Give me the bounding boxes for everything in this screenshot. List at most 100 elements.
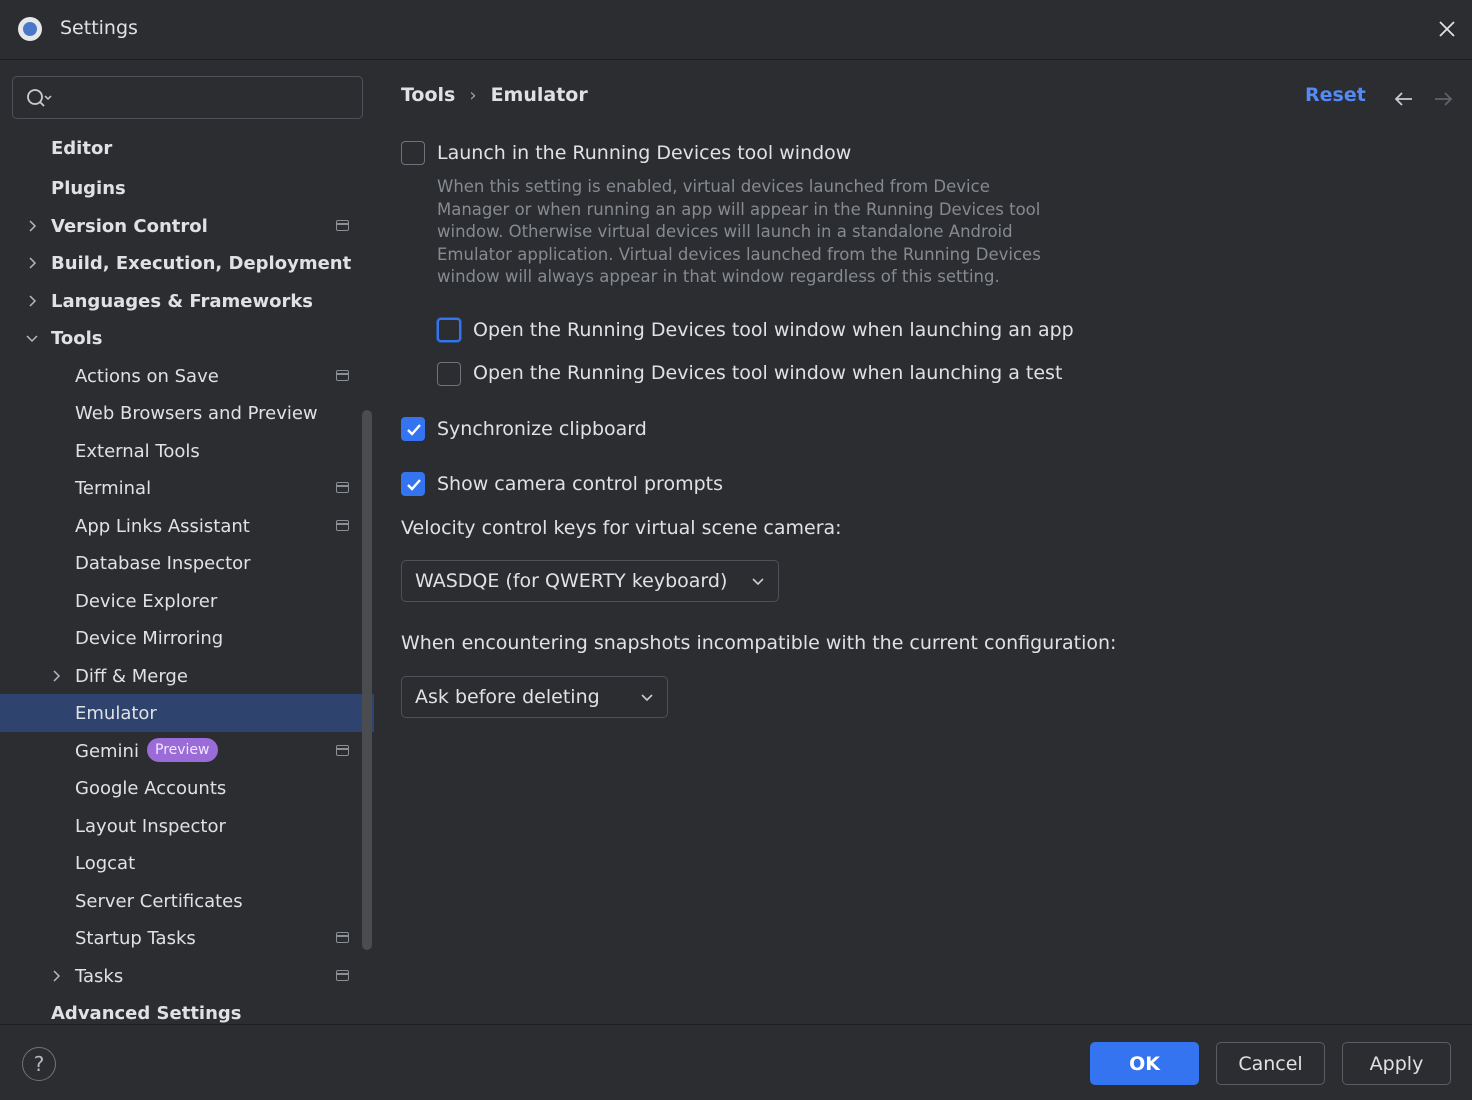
sidebar-item-startup-tasks[interactable]: Startup Tasks [0,919,374,957]
sidebar-item-actions-on-save[interactable]: Actions on Save [0,357,374,395]
sidebar-item-label: Startup Tasks [75,927,196,949]
checkmark-icon [407,424,421,436]
android-studio-logo-icon [18,17,42,41]
sidebar-item-app-links-assistant[interactable]: App Links Assistant [0,507,374,545]
sidebar-item-label: Device Explorer [75,590,218,612]
sidebar-item-label: Layout Inspector [75,815,226,837]
help-button[interactable]: ? [22,1047,56,1081]
sidebar-item-label: Emulator [75,702,157,724]
sidebar-item-label: Server Certificates [75,890,243,912]
chevron-right-icon[interactable] [24,218,40,234]
sidebar-item-label: Advanced Settings [51,1002,242,1024]
project-level-icon [336,520,349,531]
sidebar-item-tasks[interactable]: Tasks [0,957,374,995]
breadcrumb-parent[interactable]: Tools [401,84,455,106]
velocity-keys-label: Velocity control keys for virtual scene … [401,517,842,539]
sidebar-item-device-explorer[interactable]: Device Explorer [0,582,374,620]
back-button[interactable] [1393,88,1415,110]
search-input[interactable] [63,83,353,113]
camera-prompts-checkbox[interactable] [401,472,425,496]
sidebar-item-label: Device Mirroring [75,627,224,649]
sidebar-item-label: Tasks [75,965,124,987]
sidebar-item-label: Actions on Save [75,365,219,387]
sync-clipboard-label[interactable]: Synchronize clipboard [437,418,647,440]
sidebar-item-build-execution-deployment[interactable]: Build, Execution, Deployment [0,244,374,282]
project-level-icon [336,970,349,981]
chevron-right-icon[interactable] [48,668,64,684]
sidebar-item-label: Tools [51,327,103,349]
breadcrumb: Tools › Emulator [401,84,588,106]
sidebar-item-label: Plugins [51,177,126,199]
sidebar-item-label: Languages & Frameworks [51,290,314,312]
close-button[interactable] [1434,16,1460,42]
launch-running-devices-description: When this setting is enabled, virtual de… [437,177,1041,287]
sidebar-item-plugins[interactable]: Plugins [0,169,374,207]
project-level-icon [336,932,349,943]
title-bar: Settings [0,0,1472,60]
sidebar-item-diff-merge[interactable]: Diff & Merge [0,657,374,695]
sidebar-item-label: Editor [51,137,113,159]
settings-sidebar: Editor Plugins Version Control Build, Execu… [0,61,374,1024]
launch-running-devices-checkbox[interactable] [401,141,425,165]
chevron-right-icon[interactable] [24,255,40,271]
sidebar-item-label: Version Control [51,215,208,237]
sidebar-item-label: Gemini [75,740,139,762]
sidebar-item-label: Logcat [75,852,136,874]
sidebar-item-label: Diff & Merge [75,665,188,687]
sidebar-item-layout-inspector[interactable]: Layout Inspector [0,807,374,845]
sidebar-item-database-inspector[interactable]: Database Inspector [0,544,374,582]
camera-prompts-label[interactable]: Show camera control prompts [437,473,723,495]
sidebar-item-label: Build, Execution, Deployment [51,252,352,274]
snapshots-dropdown[interactable]: Ask before deleting [401,676,668,718]
sidebar-item-label: Web Browsers and Preview [75,402,318,424]
search-icon [27,89,52,107]
chevron-down-icon [752,578,764,586]
ok-button[interactable]: OK [1090,1042,1199,1085]
preview-badge: Preview [147,738,218,762]
sidebar-item-tools[interactable]: Tools [0,319,374,357]
sidebar-item-external-tools[interactable]: External Tools [0,432,374,470]
window-title: Settings [60,17,138,39]
snapshots-label: When encountering snapshots incompatible… [401,632,1117,654]
launch-running-devices-label[interactable]: Launch in the Running Devices tool windo… [437,142,851,164]
snapshots-value: Ask before deleting [415,686,600,708]
sync-clipboard-checkbox[interactable] [401,417,425,441]
sidebar-item-label: Terminal [75,477,152,499]
sidebar-item-terminal[interactable]: Terminal [0,469,374,507]
close-icon [1439,21,1455,37]
apply-button[interactable]: Apply [1342,1042,1451,1085]
arrow-left-icon [1394,92,1412,106]
breadcrumb-separator: › [469,84,477,106]
chevron-down-icon[interactable] [24,330,40,346]
dialog-footer: ? OK Cancel Apply [0,1024,1472,1100]
forward-button[interactable] [1432,88,1454,110]
open-on-app-label[interactable]: Open the Running Devices tool window whe… [473,319,1074,341]
sidebar-item-languages-frameworks[interactable]: Languages & Frameworks [0,282,374,320]
open-on-app-checkbox[interactable] [437,318,461,342]
sidebar-item-label: External Tools [75,440,200,462]
sidebar-item-device-mirroring[interactable]: Device Mirroring [0,619,374,657]
chevron-right-icon[interactable] [24,293,40,309]
sidebar-item-version-control[interactable]: Version Control [0,207,374,245]
arrow-right-icon [1435,92,1453,106]
sidebar-item-google-accounts[interactable]: Google Accounts [0,769,374,807]
open-on-test-label[interactable]: Open the Running Devices tool window whe… [473,362,1062,384]
sidebar-item-web-browsers-and-preview[interactable]: Web Browsers and Preview [0,394,374,432]
reset-link[interactable]: Reset [1305,84,1366,106]
cancel-button[interactable]: Cancel [1216,1042,1325,1085]
project-level-icon [336,370,349,381]
sidebar-item-label: App Links Assistant [75,515,250,537]
sidebar-item-label: Google Accounts [75,777,227,799]
sidebar-item-logcat[interactable]: Logcat [0,844,374,882]
chevron-right-icon[interactable] [48,968,64,984]
sidebar-scrollbar[interactable] [362,410,372,950]
sidebar-item-server-certificates[interactable]: Server Certificates [0,882,374,920]
sidebar-item-editor[interactable]: Editor [0,129,374,167]
search-field[interactable] [12,76,363,119]
sidebar-item-label: Database Inspector [75,552,251,574]
open-on-test-checkbox[interactable] [437,362,461,386]
sidebar-item-emulator[interactable]: Emulator [0,694,374,732]
project-level-icon [336,482,349,493]
sidebar-item-gemini[interactable]: Gemini Preview [0,732,374,770]
velocity-keys-dropdown[interactable]: WASDQE (for QWERTY keyboard) [401,560,779,602]
